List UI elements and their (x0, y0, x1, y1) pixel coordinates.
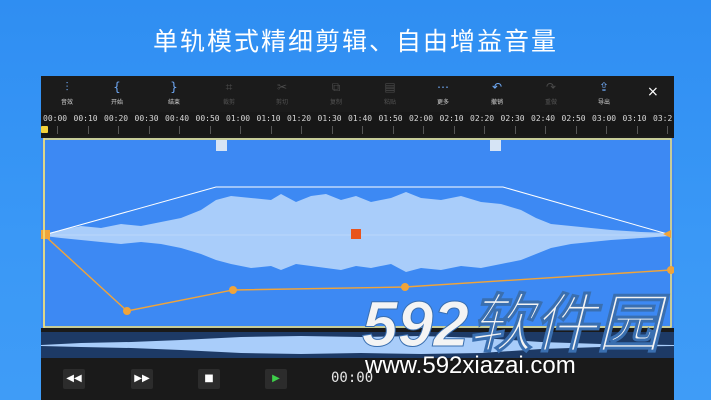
tool-label: 导出 (597, 99, 610, 106)
timeline-tick (362, 126, 363, 134)
gain-point (123, 307, 131, 315)
timeline-tick-label: 00:20 (104, 114, 129, 123)
right-edge-handle (663, 230, 671, 238)
timeline-tick-label: 02:00 (409, 114, 434, 123)
play-button[interactable]: ▶ (265, 369, 287, 389)
timeline-tick (392, 126, 394, 134)
tool-label: 更多 (436, 99, 449, 106)
timeline-tick-label: 00:10 (73, 114, 98, 123)
timeline-tick-label: 00:50 (195, 114, 220, 123)
watermark-logo-text: 592软件园 (362, 288, 670, 360)
paste-icon: ▤ (384, 80, 396, 94)
gain-point (229, 286, 237, 294)
timeline-tick (118, 126, 119, 134)
tool-undo[interactable]: ↶ 撤销 (477, 80, 517, 106)
timeline-tick (209, 126, 211, 134)
timeline-tick (667, 126, 668, 134)
timeline-tick (514, 126, 516, 134)
tool-set-start[interactable]: { 开始 (97, 80, 137, 106)
fast-forward-button[interactable]: ▶▶ (131, 369, 153, 389)
timeline-tick (575, 126, 577, 134)
timeline-tick-label: 01:00 (226, 114, 251, 123)
timeline-tick (453, 126, 455, 134)
redo-icon: ↷ (545, 80, 557, 94)
timeline-tick (87, 126, 89, 134)
timeline-tick (606, 126, 607, 134)
timeline-tick-label: 02:30 (500, 114, 525, 123)
timeline-tick-label: 01:40 (348, 114, 373, 123)
center-marker (351, 229, 361, 239)
timeline-tick (545, 126, 546, 134)
tool-label: 裁剪 (222, 99, 235, 106)
timeline-tick-label: 02:10 (439, 114, 464, 123)
tool-copy: ⧉ 复制 (316, 80, 356, 106)
watermark-url: www.592xiazai.com (365, 352, 576, 379)
timeline-tick-label: 00:00 (43, 114, 68, 123)
tool-label: 粘贴 (383, 99, 396, 106)
tool-export[interactable]: ⇪ 导出 (584, 80, 624, 106)
timeline-tick (331, 126, 333, 134)
timeline-tick-label: 03:2 (653, 114, 673, 123)
undo-icon: ↶ (491, 80, 503, 94)
watermark-logo: 592软件园 (362, 288, 671, 361)
timeline-tick (240, 126, 241, 134)
fade-handle-right (490, 140, 501, 151)
timeline-tick (148, 126, 150, 134)
tool-redo: ↷ 重做 (531, 80, 571, 106)
export-icon: ⇪ (598, 80, 610, 94)
tool-equalizer[interactable]: ⫶ 音效 (47, 80, 87, 106)
timeline-tick (423, 126, 424, 134)
tool-label: 复制 (329, 99, 342, 106)
timeline-ruler[interactable]: 00:00 00:10 00:20 00:30 00:40 00:50 01:00 01:10… (41, 112, 674, 136)
headline: 单轨模式精细剪辑、自由增益音量 (152, 27, 558, 56)
timeline-tick (179, 126, 180, 134)
timeline-tick-label: 01:20 (287, 114, 312, 123)
tool-set-end[interactable]: } 结束 (154, 80, 194, 106)
timeline-tick (57, 126, 58, 134)
tool-label: 音效 (60, 99, 73, 106)
timeline-tick-label: 02:50 (561, 114, 586, 123)
rewind-button[interactable]: ◀◀ (63, 369, 85, 389)
tool-label: 重做 (544, 99, 557, 106)
tool-label: 剪切 (275, 99, 288, 106)
crop-icon: ⌗ (225, 80, 233, 94)
tool-more[interactable]: ⋯ 更多 (423, 80, 463, 106)
close-button[interactable]: × (647, 84, 659, 100)
set-end-icon: } (170, 80, 178, 94)
timeline-tick-label: 02:20 (470, 114, 495, 123)
tool-label: 开始 (110, 99, 123, 106)
scissors-icon: ✂ (276, 80, 288, 94)
toolbar: × ⫶ 音效 { 开始} 结束 ⌗ 裁剪 ✂ 剪切 ⧉ 复制 ▤ 粘贴 ⋯ 更多 ↶ 撤销 ↷ 重做 ⇪ 导出 (41, 76, 674, 110)
tool-label: 撤销 (490, 99, 503, 106)
timeline-tick (301, 126, 302, 134)
timeline-tick-label: 00:40 (165, 114, 190, 123)
tool-crop: ⌗ 裁剪 (209, 80, 249, 106)
left-edge-handle (41, 230, 50, 239)
timeline-tick-label: 03:10 (622, 114, 647, 123)
tool-scissors: ✂ 剪切 (262, 80, 302, 106)
tool-label: 结束 (167, 99, 180, 106)
timeline-tick-label: 01:10 (256, 114, 281, 123)
more-icon: ⋯ (437, 80, 449, 94)
timeline-tick (636, 126, 638, 134)
timeline-tick (270, 126, 272, 134)
timeline-tick-label: 02:40 (531, 114, 556, 123)
equalizer-icon: ⫶ (65, 80, 69, 94)
timeline-tick-label: 00:30 (134, 114, 159, 123)
timeline-tick-label: 01:30 (317, 114, 342, 123)
fade-handle-left (216, 140, 227, 151)
tool-paste: ▤ 粘贴 (370, 80, 410, 106)
copy-icon: ⧉ (331, 80, 341, 94)
stop-button[interactable]: ■ (198, 369, 220, 389)
timeline-tick-label: 01:50 (378, 114, 403, 123)
timeline-tick (484, 126, 485, 134)
timeline-tick-label: 03:00 (592, 114, 617, 123)
set-start-icon: { (113, 80, 121, 94)
